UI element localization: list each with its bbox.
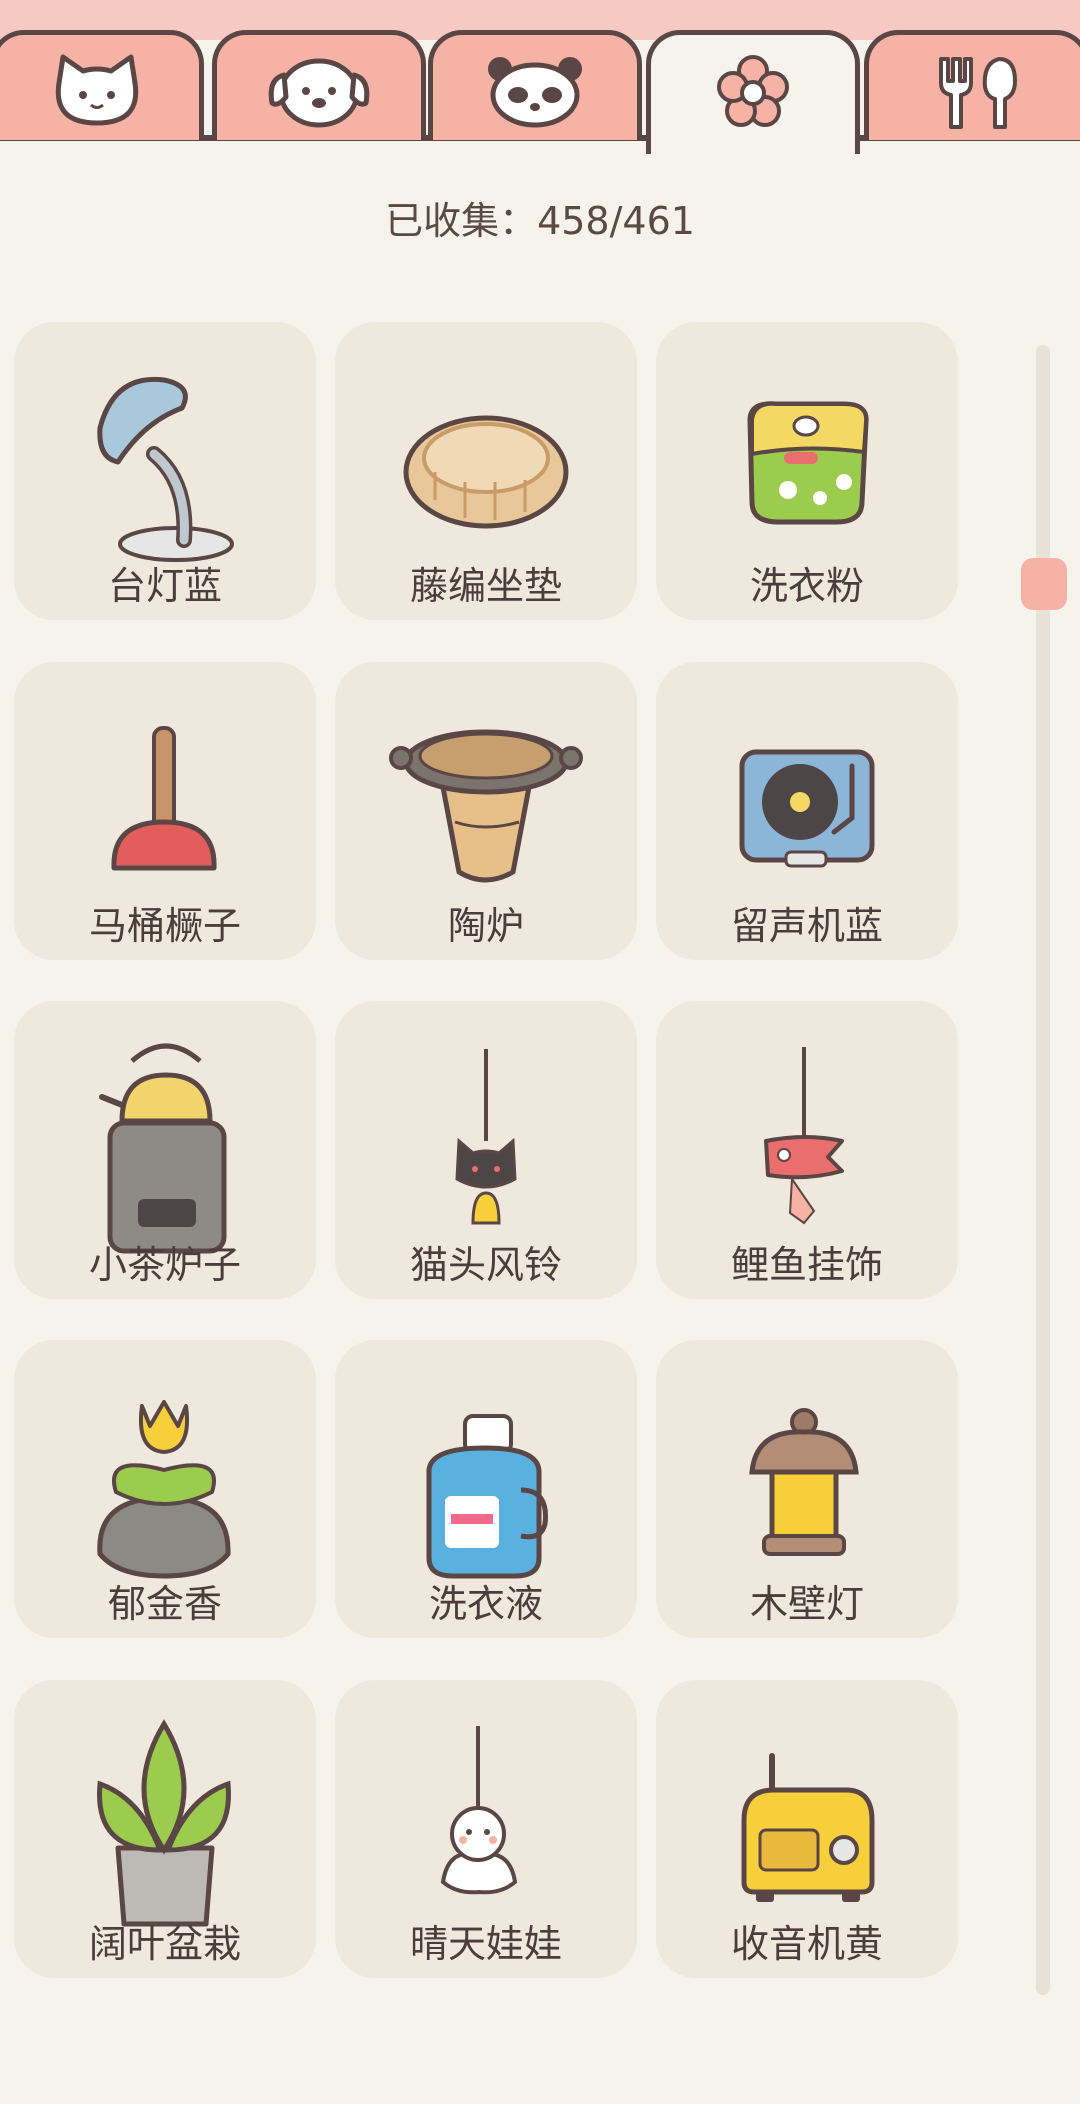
item-card[interactable]: 洗衣粉: [656, 322, 958, 620]
tab-dog[interactable]: [212, 30, 426, 140]
item-label: 鲤鱼挂饰: [730, 1243, 883, 1287]
item-card[interactable]: 留声机蓝: [656, 662, 958, 960]
item-label: 猫头风铃: [409, 1243, 562, 1287]
item-label: 小茶炉子: [88, 1243, 241, 1287]
fork-spoon-icon: [939, 57, 1017, 129]
panda-icon: [488, 57, 582, 128]
item-card[interactable]: 阔叶盆栽: [14, 1680, 316, 1978]
item-card[interactable]: 台灯蓝: [14, 322, 316, 620]
item-card[interactable]: 晴天娃娃: [335, 1680, 637, 1978]
flower-icon: [717, 55, 789, 127]
item-card[interactable]: 藤编坐垫: [335, 322, 637, 620]
item-card[interactable]: 陶炉: [335, 662, 637, 960]
tab-flower[interactable]: [646, 30, 860, 154]
item-label: 马桶橛子: [88, 904, 241, 948]
item-label: 晴天娃娃: [409, 1922, 562, 1966]
item-card[interactable]: 猫头风铃: [335, 1001, 637, 1299]
item-card[interactable]: 小茶炉子: [14, 1001, 316, 1299]
item-label: 洗衣粉: [749, 564, 864, 608]
item-label: 洗衣液: [428, 1582, 543, 1626]
item-card[interactable]: 洗衣液: [335, 1340, 637, 1638]
item-card[interactable]: 郁金香: [14, 1340, 316, 1638]
scrollbar-thumb[interactable]: [1021, 558, 1067, 610]
tab-panda[interactable]: [428, 30, 642, 140]
item-label: 台灯蓝: [107, 564, 222, 608]
item-label: 留声机蓝: [730, 904, 883, 948]
item-label: 陶炉: [447, 904, 524, 948]
collection-counter: 已收集：458/461: [385, 199, 695, 243]
item-label: 阔叶盆栽: [88, 1922, 241, 1966]
item-card[interactable]: 木壁灯: [656, 1340, 958, 1638]
cat-icon: [55, 54, 139, 126]
tab-cat[interactable]: [0, 30, 204, 140]
item-card[interactable]: 马桶橛子: [14, 662, 316, 960]
item-card[interactable]: 收音机黄: [656, 1680, 958, 1978]
item-card[interactable]: 鲤鱼挂饰: [656, 1001, 958, 1299]
item-label: 收音机黄: [730, 1922, 883, 1966]
item-label: 藤编坐垫: [409, 564, 562, 608]
item-label: 木壁灯: [749, 1582, 864, 1626]
dog-icon: [268, 58, 370, 128]
category-tabs: [0, 0, 1080, 154]
tab-food[interactable]: [864, 30, 1080, 140]
item-label: 郁金香: [107, 1582, 222, 1626]
